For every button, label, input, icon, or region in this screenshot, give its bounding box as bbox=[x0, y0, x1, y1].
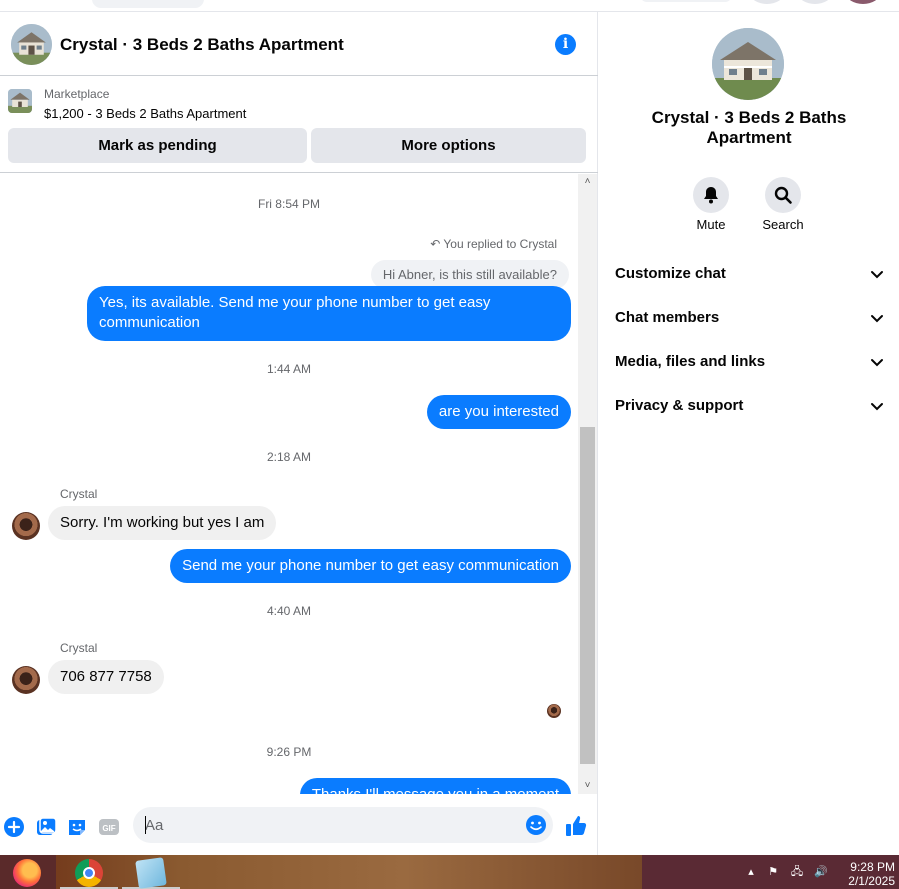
mute-button[interactable]: Mute bbox=[681, 177, 741, 232]
message-bubble-sent[interactable]: Send me your phone number to get easy co… bbox=[170, 549, 571, 583]
timestamp: 9:26 PM bbox=[266, 745, 312, 759]
mark-as-pending-button[interactable]: Mark as pending bbox=[8, 128, 307, 163]
chat-members-section[interactable]: Chat members bbox=[615, 303, 885, 333]
chat-title[interactable]: Crystal · 3 Beds 2 Baths Apartment bbox=[60, 35, 344, 55]
photo-icon[interactable] bbox=[35, 816, 57, 838]
clock-time: 9:28 PM bbox=[850, 860, 895, 874]
top-menu-button[interactable] bbox=[750, 0, 784, 4]
chrome-taskbar-button[interactable] bbox=[60, 855, 118, 889]
reply-arrow-icon: ↶ bbox=[430, 237, 441, 251]
search-icon[interactable] bbox=[765, 177, 801, 213]
message-text: Yes, its available. Send me your phone n… bbox=[99, 294, 491, 311]
message-bubble-received[interactable]: 706 877 7758 bbox=[48, 660, 164, 694]
section-label: Privacy & support bbox=[615, 397, 744, 414]
chevron-down-icon[interactable] bbox=[869, 398, 885, 414]
top-nav-control[interactable] bbox=[640, 0, 732, 2]
message-bubble-sent[interactable]: Yes, its available. Send me your phone n… bbox=[87, 286, 571, 341]
notepad-taskbar-button[interactable] bbox=[122, 855, 180, 889]
marketplace-label: Marketplace bbox=[44, 87, 110, 101]
privacy-support-section[interactable]: Privacy & support bbox=[615, 391, 885, 421]
chat-header: Crystal · 3 Beds 2 Baths Apartment i bbox=[0, 12, 598, 76]
replied-note: ↶ You replied to Crystal bbox=[430, 237, 557, 251]
gif-label: GIF bbox=[102, 824, 115, 833]
notepad-icon bbox=[135, 857, 167, 889]
read-receipt-avatar bbox=[547, 704, 561, 718]
windows-taskbar: ▴ ⚑ 🖧 🔊 9:28 PM 2/1/2025 bbox=[0, 855, 899, 889]
chrome-icon bbox=[75, 859, 103, 887]
scroll-down-arrow-icon[interactable]: ˅ bbox=[582, 781, 593, 791]
timestamp: Fri 8:54 PM bbox=[257, 197, 320, 211]
sender-name: Crystal bbox=[60, 487, 98, 501]
volume-icon[interactable]: 🔊 bbox=[814, 866, 828, 878]
chevron-down-icon[interactable] bbox=[869, 354, 885, 370]
crystal-avatar[interactable] bbox=[12, 666, 40, 694]
bell-icon[interactable] bbox=[693, 177, 729, 213]
clock-date: 2/1/2025 bbox=[848, 874, 895, 888]
top-profile-avatar[interactable] bbox=[846, 0, 880, 4]
listing-avatar-large[interactable] bbox=[712, 28, 784, 100]
info-icon[interactable]: i bbox=[555, 34, 576, 55]
search-button[interactable]: Search bbox=[753, 177, 813, 232]
chat-pane: Crystal · 3 Beds 2 Baths Apartment i Mar… bbox=[0, 12, 598, 855]
firefox-icon bbox=[13, 859, 41, 887]
replied-note-text: You replied to Crystal bbox=[443, 237, 557, 251]
thread-scrollbar[interactable]: ˄ ˅ bbox=[578, 174, 597, 794]
section-label: Customize chat bbox=[615, 265, 726, 282]
gif-icon[interactable]: GIF bbox=[98, 816, 120, 838]
timestamp: 1:44 AM bbox=[266, 362, 312, 376]
marketplace-banner: Marketplace $1,200 - 3 Beds 2 Baths Apar… bbox=[0, 77, 598, 173]
show-hidden-icons-icon[interactable]: ▴ bbox=[744, 866, 758, 878]
scroll-up-arrow-icon[interactable]: ˄ bbox=[582, 177, 593, 187]
quoted-message[interactable]: Hi Abner, is this still available? bbox=[370, 260, 569, 289]
chevron-down-icon[interactable] bbox=[869, 266, 885, 282]
crystal-avatar[interactable] bbox=[12, 512, 40, 540]
customize-chat-section[interactable]: Customize chat bbox=[615, 259, 885, 289]
more-options-button[interactable]: More options bbox=[311, 128, 586, 163]
message-bubble-received[interactable]: Sorry. I'm working but yes I am bbox=[48, 506, 277, 540]
flag-icon[interactable]: ⚑ bbox=[766, 866, 780, 878]
message-thread: Fri 8:54 PM ↶ You replied to Crystal Hi … bbox=[0, 174, 578, 794]
conversation-details-panel: Crystal · 3 Beds 2 Baths Apartment Mute … bbox=[599, 12, 899, 855]
message-bubble-sent[interactable]: are you interested bbox=[426, 395, 571, 429]
message-input-box[interactable] bbox=[133, 807, 553, 843]
sender-name: Crystal bbox=[60, 641, 98, 655]
network-icon[interactable]: 🖧 bbox=[790, 866, 804, 878]
plus-icon[interactable] bbox=[3, 816, 25, 838]
chevron-down-icon[interactable] bbox=[869, 310, 885, 326]
conversation-title: Crystal · 3 Beds 2 Baths Apartment bbox=[651, 108, 847, 147]
scroll-thumb[interactable] bbox=[580, 427, 595, 764]
listing-title[interactable]: $1,200 - 3 Beds 2 Baths Apartment bbox=[44, 106, 246, 121]
mute-label: Mute bbox=[696, 217, 726, 232]
message-text: communication bbox=[99, 314, 200, 331]
message-input[interactable] bbox=[145, 814, 515, 836]
media-files-links-section[interactable]: Media, files and links bbox=[615, 347, 885, 377]
section-label: Chat members bbox=[615, 309, 720, 326]
taskbar-clock[interactable]: 9:28 PM 2/1/2025 bbox=[839, 860, 895, 888]
firefox-taskbar-button[interactable] bbox=[0, 855, 56, 889]
timestamp: 2:18 AM bbox=[266, 450, 312, 464]
message-composer: GIF bbox=[0, 794, 598, 855]
system-tray: ▴ ⚑ 🖧 🔊 9:28 PM 2/1/2025 bbox=[642, 855, 899, 889]
top-notifications-button[interactable] bbox=[798, 0, 832, 4]
message-bubble-sent[interactable]: Thanks I'll message you in a moment bbox=[299, 778, 571, 794]
listing-thumbnail[interactable] bbox=[11, 24, 52, 65]
like-icon[interactable] bbox=[564, 814, 588, 838]
search-label: Search bbox=[762, 217, 804, 232]
top-search-bar[interactable] bbox=[92, 0, 204, 8]
emoji-icon[interactable] bbox=[525, 814, 547, 836]
sticker-icon[interactable] bbox=[66, 816, 88, 838]
section-label: Media, files and links bbox=[615, 353, 766, 370]
top-nav-strip bbox=[0, 0, 899, 12]
timestamp: 4:40 AM bbox=[266, 604, 312, 618]
text-cursor bbox=[145, 816, 146, 834]
listing-small-thumbnail[interactable] bbox=[8, 89, 32, 113]
